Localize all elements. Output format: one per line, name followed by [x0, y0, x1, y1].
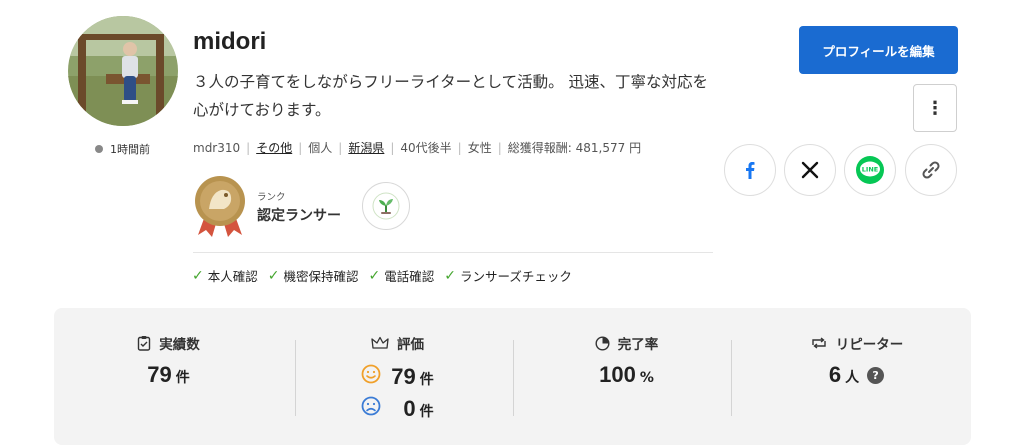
stat-divider — [731, 340, 732, 416]
repeaters-value: 6 — [828, 362, 842, 387]
achievements-label: 実績数 — [159, 337, 200, 353]
check-icon: ✓ — [368, 267, 381, 284]
rating-bad-unit: 件 — [419, 404, 434, 420]
more-options-button[interactable]: ⋮ — [913, 84, 957, 132]
link-icon — [922, 161, 940, 179]
verification-item: ✓ 機密保持確認 — [267, 267, 359, 285]
online-status: 1時間前 — [95, 141, 150, 157]
verification-list: ✓ 本人確認 ✓ 機密保持確認 ✓ 電話確認 ✓ ランサーズチェック — [192, 266, 572, 285]
repeaters-unit: 人 — [845, 370, 860, 386]
status-dot-icon — [95, 145, 103, 153]
divider — [193, 252, 713, 253]
more-vertical-icon: ⋮ — [926, 97, 944, 119]
rank-label: ランク — [257, 192, 286, 203]
location-link[interactable]: 新潟県 — [348, 139, 384, 156]
rating-bad-value: 0 — [403, 396, 416, 421]
x-icon — [801, 161, 819, 179]
clipboard-check-icon — [138, 336, 151, 351]
last-seen: 1時間前 — [110, 143, 150, 156]
line-icon: LINE — [856, 156, 884, 184]
stat-repeaters: リピーター 6 人 ? — [742, 308, 971, 445]
sprout-badge-icon — [362, 182, 410, 230]
share-facebook-button[interactable] — [724, 144, 776, 196]
completion-label: 完了率 — [617, 337, 659, 353]
check-icon: ✓ — [267, 267, 280, 284]
completion-value: 100 — [599, 362, 636, 387]
rating-label: 評価 — [397, 337, 424, 353]
sad-face-icon — [361, 396, 381, 416]
completion-unit: % — [639, 370, 654, 386]
verification-item: ✓ 電話確認 — [368, 267, 435, 285]
svg-text:LINE: LINE — [862, 166, 878, 174]
account-type: 個人 — [308, 141, 333, 155]
age-range: 40代後半 — [400, 141, 452, 155]
pie-chart-icon — [595, 335, 610, 351]
rating-good-value: 79 — [391, 364, 416, 389]
stat-completion: 完了率 100 % — [512, 308, 741, 445]
rank-medal-icon — [192, 175, 248, 237]
rating-good-unit: 件 — [419, 372, 434, 388]
total-earnings: 総獲得報酬: 481,577 円 — [507, 141, 642, 155]
category-link[interactable]: その他 — [256, 139, 292, 156]
user-id: mdr310 — [193, 140, 241, 155]
repeaters-label: リピーター — [835, 337, 904, 353]
stats-panel: 実績数 79 件 評価 79 件 0 件 完了率 100 % リピーター 6 人… — [54, 308, 971, 445]
profile-bio: ３人の子育てをしながらフリーライターとして活動。 迅速、丁寧な対応を心がけており… — [193, 73, 709, 119]
crown-icon — [371, 336, 389, 349]
avatar — [68, 16, 178, 126]
achievements-unit: 件 — [175, 370, 190, 386]
profile-meta: mdr310 | その他 | 個人 | 新潟県 | 40代後半 | 女性 | 総獲得報酬: … — [193, 139, 642, 156]
rank-title: 認定ランサー — [257, 208, 341, 224]
verification-item: ✓ ランサーズチェック — [444, 267, 572, 285]
share-x-button[interactable] — [784, 144, 836, 196]
repeat-icon — [812, 337, 826, 349]
stat-achievements: 実績数 79 件 — [54, 308, 283, 445]
edit-profile-button[interactable]: プロフィールを編集 — [799, 26, 958, 74]
facebook-icon — [746, 162, 755, 179]
profile-name: midori — [193, 28, 267, 55]
gender: 女性 — [467, 141, 492, 155]
stat-rating: 評価 79 件 0 件 — [283, 308, 512, 445]
verification-item: ✓ 本人確認 — [192, 267, 258, 285]
share-line-button[interactable]: LINE — [844, 144, 896, 196]
check-icon: ✓ — [192, 267, 204, 284]
smile-icon — [361, 364, 381, 384]
check-icon: ✓ — [444, 267, 456, 284]
help-icon[interactable]: ? — [867, 366, 885, 384]
copy-link-button[interactable] — [905, 144, 957, 196]
achievements-value: 79 — [147, 362, 172, 387]
